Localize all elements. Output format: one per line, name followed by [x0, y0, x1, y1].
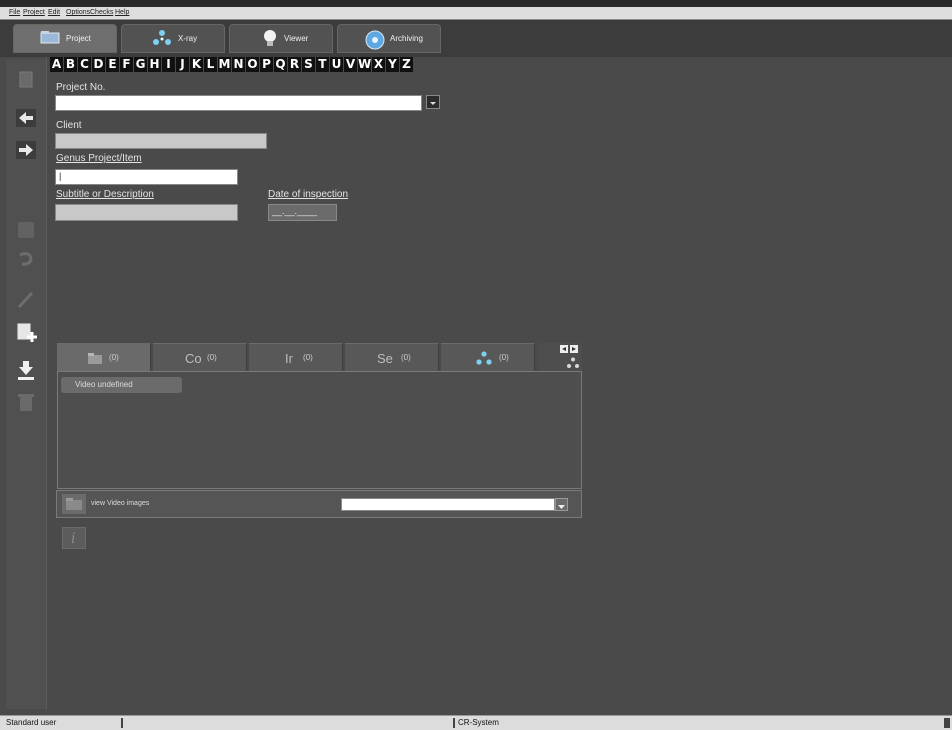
- radiation-icon: [152, 30, 172, 51]
- document-icon[interactable]: [14, 69, 38, 91]
- edit-pencil-icon[interactable]: [14, 289, 38, 311]
- alpha-filter-c[interactable]: C: [78, 57, 91, 72]
- status-user: Standard user: [6, 718, 57, 727]
- status-bar: Standard user CR-System: [0, 715, 952, 730]
- alpha-filter-o[interactable]: O: [246, 57, 259, 72]
- alpha-filter-j[interactable]: J: [176, 57, 189, 72]
- client-label: Client: [56, 120, 82, 131]
- alpha-filter-b[interactable]: B: [64, 57, 77, 72]
- genus-project-label[interactable]: Genus Project/Item: [56, 153, 142, 164]
- project-no-label: Project No.: [56, 82, 106, 93]
- status-divider: [453, 718, 455, 728]
- menu-options[interactable]: Options: [66, 7, 90, 19]
- genus-project-field[interactable]: |: [55, 169, 238, 185]
- delete-icon[interactable]: [14, 391, 38, 413]
- subtab-video[interactable]: (0): [57, 343, 151, 371]
- save-icon[interactable]: [14, 219, 38, 241]
- chevron-down-icon[interactable]: [555, 498, 568, 511]
- back-arrow-icon[interactable]: [14, 107, 38, 129]
- alpha-filter-w[interactable]: W: [358, 57, 371, 72]
- date-of-inspection-label[interactable]: Date of inspection: [268, 189, 348, 200]
- alpha-filter-v[interactable]: V: [344, 57, 357, 72]
- chevron-down-icon: [430, 102, 436, 105]
- tab-project[interactable]: Project: [13, 24, 117, 53]
- view-video-images-label: view Video images: [91, 500, 150, 507]
- video-folder-icon: [87, 352, 103, 370]
- subtitle-field[interactable]: [55, 204, 238, 221]
- undo-icon[interactable]: [14, 247, 38, 269]
- alpha-filter-q[interactable]: Q: [274, 57, 287, 72]
- menu-bar: File Project Edit Options Checks Help: [0, 7, 952, 20]
- video-images-select[interactable]: [341, 498, 555, 511]
- menu-project[interactable]: Project: [23, 7, 45, 19]
- subtab-scroll-area: [538, 343, 582, 371]
- archive-disc-icon: [365, 30, 385, 55]
- alpha-filter-m[interactable]: M: [218, 57, 231, 72]
- alpha-filter-p[interactable]: P: [260, 57, 273, 72]
- lightbulb-icon: [263, 30, 277, 53]
- subtitle-label[interactable]: Subtitle or Description: [56, 189, 154, 200]
- alpha-filter-u[interactable]: U: [330, 57, 343, 72]
- project-icon: [40, 30, 60, 49]
- status-system: CR-System: [458, 718, 499, 727]
- alpha-filter-l[interactable]: L: [204, 57, 217, 72]
- alpha-filter-d[interactable]: D: [92, 57, 105, 72]
- add-item-icon[interactable]: [14, 321, 38, 343]
- alpha-filter-s[interactable]: S: [302, 57, 315, 72]
- tab-x-ray[interactable]: X-ray: [121, 24, 225, 53]
- project-dropdown-button[interactable]: [426, 95, 440, 109]
- main-tab-strip: Project X-ray Viewer Archiving: [0, 20, 952, 57]
- subtab-co[interactable]: Co (0): [153, 343, 247, 371]
- status-grip: [944, 718, 950, 728]
- alpha-filter-k[interactable]: K: [190, 57, 203, 72]
- alpha-filter-f[interactable]: F: [120, 57, 133, 72]
- alpha-filter-h[interactable]: H: [148, 57, 161, 72]
- alpha-filter-e[interactable]: E: [106, 57, 119, 72]
- project-no-field[interactable]: [55, 95, 422, 111]
- menu-file[interactable]: File: [9, 7, 20, 19]
- video-images-bar: view Video images: [56, 490, 582, 518]
- menu-help[interactable]: Help: [115, 7, 129, 19]
- menu-checks[interactable]: Checks: [90, 7, 113, 19]
- status-divider: [121, 718, 123, 728]
- download-icon[interactable]: [14, 359, 38, 381]
- svg-text:i: i: [71, 531, 75, 547]
- alpha-filter-a[interactable]: A: [50, 57, 63, 72]
- alpha-filter-z[interactable]: Z: [400, 57, 413, 72]
- video-undefined-chip[interactable]: Video undefined: [61, 377, 182, 393]
- alpha-filter-x[interactable]: X: [372, 57, 385, 72]
- window-top-strip: [0, 0, 952, 7]
- radiation-icon: [475, 351, 493, 370]
- alpha-filter-r[interactable]: R: [288, 57, 301, 72]
- left-toolbar: [6, 59, 47, 709]
- tab-viewer[interactable]: Viewer: [229, 24, 333, 53]
- tab-archiving[interactable]: Archiving: [337, 24, 441, 53]
- alpha-filter-t[interactable]: T: [316, 57, 329, 72]
- info-icon[interactable]: i: [62, 527, 86, 549]
- client-field[interactable]: [55, 133, 267, 149]
- alpha-filter-i[interactable]: I: [162, 57, 175, 72]
- menu-edit[interactable]: Edit: [48, 7, 60, 19]
- alpha-filter-g[interactable]: G: [134, 57, 147, 72]
- folder-icon[interactable]: [62, 494, 86, 514]
- date-of-inspection-field[interactable]: __.__.____: [268, 204, 337, 221]
- subtab-x-ray[interactable]: (0): [441, 343, 535, 371]
- subtab-se[interactable]: Se (0): [345, 343, 439, 371]
- alphabet-filter: ABCDEFGHIJKLMNOPQRSTUVWXYZ: [50, 57, 414, 73]
- alpha-filter-y[interactable]: Y: [386, 57, 399, 72]
- subtab-ir[interactable]: Ir (0): [249, 343, 343, 371]
- forward-arrow-icon[interactable]: [14, 139, 38, 161]
- alpha-filter-n[interactable]: N: [232, 57, 245, 72]
